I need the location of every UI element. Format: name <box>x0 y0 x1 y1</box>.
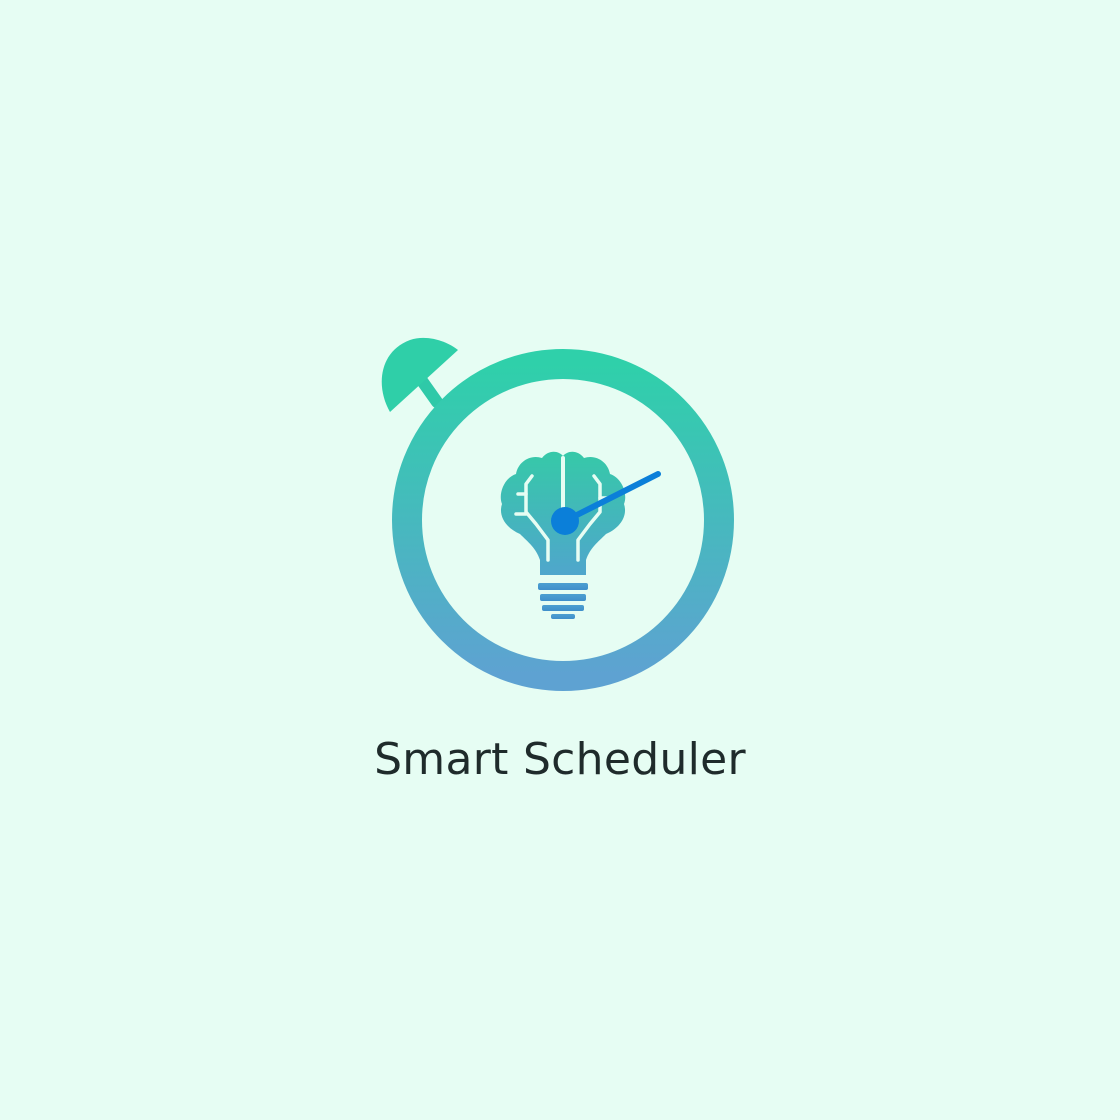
app-logo <box>360 330 760 710</box>
brain-lightbulb-icon <box>500 451 626 619</box>
app-name: Smart Scheduler <box>374 734 746 785</box>
